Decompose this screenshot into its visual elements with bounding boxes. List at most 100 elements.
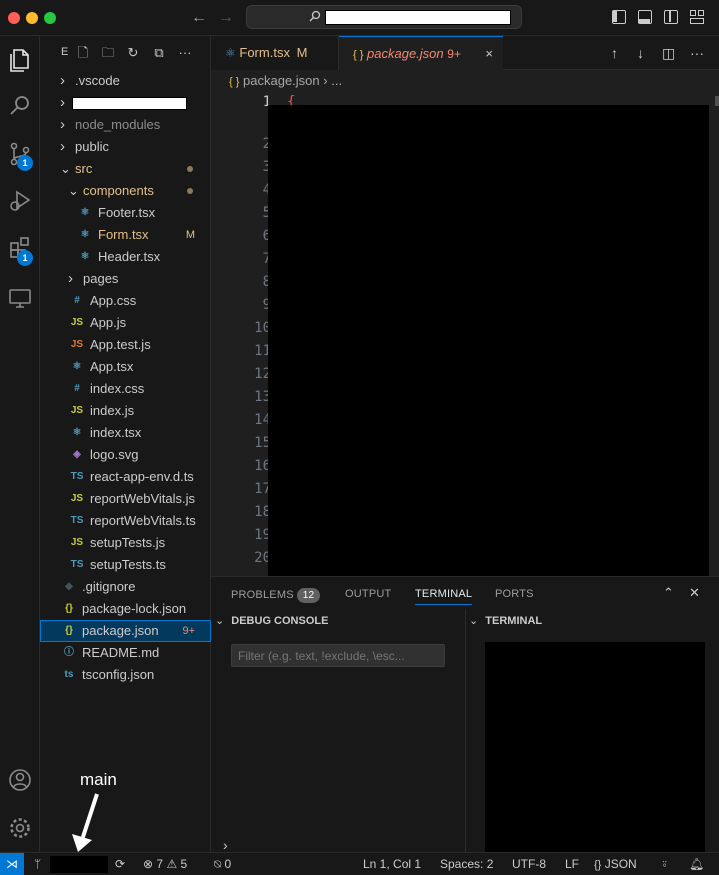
tree-folder[interactable]: › public bbox=[40, 136, 211, 158]
toggle-secondary-sidebar-icon[interactable] bbox=[664, 10, 678, 24]
tree-file[interactable]: ⚛ App.tsx bbox=[40, 356, 211, 378]
tree-file[interactable]: JS App.test.js bbox=[40, 334, 211, 356]
remote-explorer-icon[interactable] bbox=[6, 284, 34, 312]
modified-dot-icon bbox=[187, 166, 193, 172]
toggle-panel-icon[interactable] bbox=[638, 10, 652, 24]
new-file-icon[interactable]: 🗋 bbox=[76, 46, 90, 60]
close-panel-icon[interactable]: ✕ bbox=[689, 585, 700, 601]
tree-item-label: App.test.js bbox=[90, 337, 151, 352]
line-number: 5 bbox=[262, 205, 271, 221]
line-number: 11 bbox=[254, 343, 271, 359]
editor-more-icon[interactable]: ··· bbox=[690, 45, 704, 61]
tree-file[interactable]: JS App.js bbox=[40, 312, 211, 334]
run-debug-icon[interactable] bbox=[6, 186, 34, 214]
tree-file[interactable]: ⚛ Footer.tsx bbox=[40, 202, 211, 224]
notifications-bell-icon[interactable]: 🔔︎ bbox=[689, 853, 704, 875]
tab-package-json[interactable]: { } package.json 9+ × bbox=[339, 36, 503, 70]
encoding[interactable]: UTF-8 bbox=[512, 853, 546, 875]
command-center-search[interactable] bbox=[246, 5, 522, 29]
toggle-primary-sidebar-icon[interactable] bbox=[612, 10, 626, 24]
remote-indicator-icon[interactable]: ⋊ bbox=[0, 853, 24, 875]
tree-folder[interactable]: › pages bbox=[40, 268, 211, 290]
tree-file[interactable]: ◆ .gitignore bbox=[40, 576, 211, 598]
tab-form-tsx[interactable]: ⚛ Form.tsx M bbox=[211, 36, 339, 70]
collapse-all-icon[interactable]: ⧉ bbox=[152, 46, 166, 60]
ports-status[interactable]: ⍉ 0 bbox=[214, 853, 231, 875]
panel-divider[interactable] bbox=[465, 609, 466, 853]
tree-item-label: reportWebVitals.js bbox=[90, 491, 196, 506]
tab-problem-count: 9+ bbox=[447, 47, 461, 61]
explorer-title: E bbox=[61, 46, 69, 58]
tree-file[interactable]: ⚛ Form.tsx M bbox=[40, 224, 211, 246]
tab-problems[interactable]: PROBLEMS 12 bbox=[231, 588, 321, 603]
css-icon: # bbox=[74, 383, 80, 394]
chevron-right-icon: › bbox=[60, 138, 65, 155]
tab-terminal[interactable]: TERMINAL bbox=[415, 588, 473, 605]
line-number: 17 bbox=[254, 481, 271, 497]
tree-folder[interactable]: › bbox=[40, 92, 211, 114]
debug-filter-input[interactable] bbox=[231, 644, 445, 667]
breadcrumb-file[interactable]: package.json bbox=[243, 73, 320, 88]
tree-folder[interactable]: › node_modules bbox=[40, 114, 211, 136]
maximize-panel-icon[interactable]: ⌃ bbox=[663, 585, 674, 601]
close-tab-icon[interactable]: × bbox=[485, 37, 493, 71]
close-window-button[interactable] bbox=[8, 12, 20, 24]
tree-folder[interactable]: ⌄ components bbox=[40, 180, 211, 202]
settings-gear-icon[interactable] bbox=[6, 814, 34, 842]
language-mode[interactable]: {} JSON bbox=[594, 853, 637, 875]
new-folder-icon[interactable]: 🗀 bbox=[101, 46, 115, 60]
forward-arrow-icon[interactable]: → bbox=[218, 9, 234, 27]
split-editor-icon[interactable]: ◫ bbox=[662, 45, 675, 62]
customize-layout-icon[interactable] bbox=[690, 10, 704, 24]
tree-file[interactable]: TS setupTests.ts bbox=[40, 554, 211, 576]
branch-icon[interactable]: ᛘ bbox=[34, 853, 41, 875]
tree-file[interactable]: JS reportWebVitals.js bbox=[40, 488, 211, 510]
explorer-icon[interactable] bbox=[6, 46, 34, 74]
back-arrow-icon[interactable]: ← bbox=[191, 9, 207, 27]
tree-file[interactable]: # index.css bbox=[40, 378, 211, 400]
react-icon: ⚛ bbox=[80, 251, 90, 262]
tab-output[interactable]: OUTPUT bbox=[345, 588, 391, 600]
search-icon[interactable] bbox=[6, 92, 34, 120]
tree-item-label: setupTests.js bbox=[90, 535, 166, 550]
git-icon: ◆ bbox=[65, 581, 73, 592]
more-actions-icon[interactable]: ··· bbox=[178, 46, 192, 60]
maximize-window-button[interactable] bbox=[44, 12, 56, 24]
copilot-icon[interactable]: ⍤ bbox=[661, 853, 668, 875]
cursor-position[interactable]: Ln 1, Col 1 bbox=[363, 853, 421, 875]
tree-file[interactable]: {} package.json 9+ bbox=[40, 620, 211, 642]
tab-ports[interactable]: PORTS bbox=[495, 588, 534, 600]
tree-item-label: pages bbox=[83, 271, 119, 286]
chevron-right-icon: › bbox=[60, 72, 65, 89]
tree-file[interactable]: TS react-app-env.d.ts bbox=[40, 466, 211, 488]
next-change-icon[interactable]: ↓ bbox=[637, 45, 644, 61]
tree-file[interactable]: JS setupTests.js bbox=[40, 532, 211, 554]
tree-folder[interactable]: ⌄ src bbox=[40, 158, 211, 180]
code-editor[interactable]: 1 2 3 4 5 6 7 8 9 10 11 12 13 14 15 16 17 18 19 20 { bbox=[211, 92, 719, 576]
tree-file[interactable]: ⓘ README.md bbox=[40, 642, 211, 664]
debug-console-prompt[interactable]: › bbox=[223, 837, 228, 853]
tree-file[interactable]: ⚛ Header.tsx bbox=[40, 246, 211, 268]
tree-file[interactable]: TS reportWebVitals.ts bbox=[40, 510, 211, 532]
tree-file[interactable]: ts tsconfig.json bbox=[40, 664, 211, 686]
indentation[interactable]: Spaces: 2 bbox=[440, 853, 493, 875]
refresh-icon[interactable]: ↻ bbox=[126, 46, 140, 60]
tree-file[interactable]: # App.css bbox=[40, 290, 211, 312]
tree-file[interactable]: ⚛ index.tsx bbox=[40, 422, 211, 444]
sync-icon[interactable]: ⟳ bbox=[115, 853, 125, 875]
tree-file[interactable]: ◈ logo.svg bbox=[40, 444, 211, 466]
tree-file[interactable]: {} package-lock.json bbox=[40, 598, 211, 620]
tree-folder[interactable]: › .vscode bbox=[40, 70, 211, 92]
breadcrumb-more[interactable]: ... bbox=[331, 73, 342, 88]
problems-status[interactable]: ⊗ 7 ⚠ 5 bbox=[143, 853, 187, 875]
previous-change-icon[interactable]: ↑ bbox=[611, 45, 618, 61]
terminal-header[interactable]: ⌄ TERMINAL bbox=[469, 614, 542, 627]
tree-item-label: index.css bbox=[90, 381, 145, 396]
tree-file[interactable]: JS index.js bbox=[40, 400, 211, 422]
debug-console-header[interactable]: ⌄ DEBUG CONSOLE bbox=[215, 614, 328, 627]
redacted-branch-name[interactable] bbox=[50, 856, 108, 873]
end-of-line[interactable]: LF bbox=[565, 853, 579, 875]
account-icon[interactable] bbox=[6, 766, 34, 794]
css-icon: # bbox=[74, 295, 80, 306]
minimize-window-button[interactable] bbox=[26, 12, 38, 24]
